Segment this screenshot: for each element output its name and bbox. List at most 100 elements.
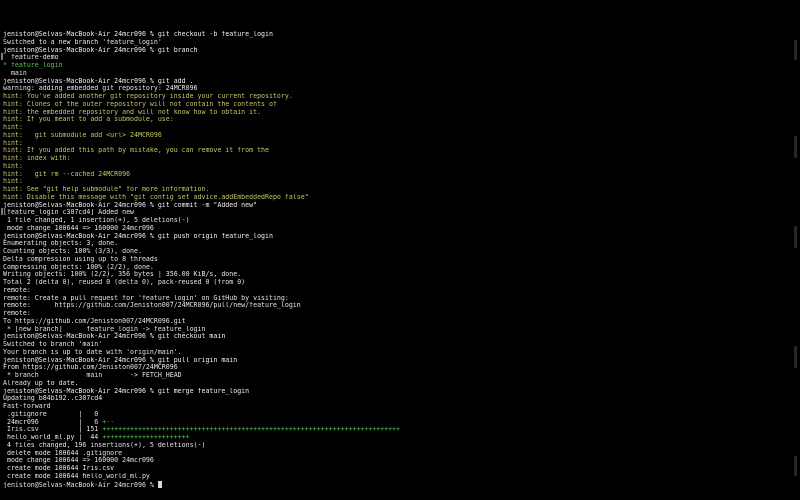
command-line: jeniston@Selvas-MacBook-Air 24mcr096 % g… <box>3 78 773 86</box>
output-line: Your branch is up to date with 'origin/m… <box>3 349 773 357</box>
line-text: Your branch is up to date with 'origin/m… <box>3 348 182 356</box>
line-text: 1 file changed, 1 insertion(+), 5 deleti… <box>3 217 190 224</box>
scrollbar-track-segment <box>794 136 797 158</box>
output-line: Updating b84b192..c307cd4 <box>3 395 773 403</box>
diffstat-prefix: 24mcr096 | 6 <box>3 418 103 426</box>
line-text: hint: Clones of the outer repository wil… <box>3 100 277 108</box>
line-text: 4 files changed, 196 insertions(+), 5 de… <box>3 441 206 449</box>
hint-line: hint: git rm --cached 24MCR096 <box>3 171 773 179</box>
diffstat-prefix: hello_world_ml.py | 44 <box>3 434 103 441</box>
line-text: remote: <box>3 310 31 317</box>
line-text: hint: See "git help submodule" for more … <box>3 186 210 193</box>
output-line: Switched to branch 'main' <box>3 341 773 349</box>
line-text: hint: index with: <box>3 155 71 162</box>
line-text: hint: If you meant to add a submodule, u… <box>3 116 174 124</box>
hint-line: hint: index with: <box>3 155 773 163</box>
hint-line: hint: You've added another git repositor… <box>3 93 773 101</box>
output-line: [feature_login c307cd4] Added new <box>3 209 773 217</box>
command-line: jeniston@Selvas-MacBook-Air 24mcr096 % g… <box>3 233 773 241</box>
diffstat-line: 24mcr096 | 6 +-- <box>3 419 773 427</box>
hint-line: hint: If you meant to add a submodule, u… <box>3 116 773 124</box>
scrollbar-track-segment <box>794 456 797 476</box>
line-text: create mode 100644 Iris.csv <box>3 465 115 472</box>
line-text: Already up to date. <box>3 379 79 387</box>
command-line: jeniston@Selvas-MacBook-Air 24mcr096 % g… <box>3 202 773 210</box>
output-line: remote: <box>3 310 773 318</box>
line-text: Delta compression using up to 8 threads <box>3 255 158 263</box>
hint-line: hint: If you added this path by mistake,… <box>3 147 773 155</box>
command-line: jeniston@Selvas-MacBook-Air 24mcr096 % g… <box>3 31 773 39</box>
diffstat-line: Iris.csv | 151 +++++++++++++++++++++++++… <box>3 426 773 434</box>
line-text: jeniston@Selvas-MacBook-Air 24mcr096 % g… <box>3 387 250 395</box>
line-text: Updating b84b192..c307cd4 <box>3 395 103 403</box>
output-line: Compressing objects: 100% (2/2), done. <box>3 264 773 272</box>
hint-line: hint: <box>3 163 773 171</box>
output-line: create mode 100644 Iris.csv <box>3 465 773 473</box>
output-line: create mode 100644 hello_world_ml.py <box>3 473 773 481</box>
command-line: jeniston@Selvas-MacBook-Air 24mcr096 % g… <box>3 333 773 341</box>
text-cursor <box>157 480 162 488</box>
line-text: jeniston@Selvas-MacBook-Air 24mcr096 % <box>3 480 158 489</box>
line-text: mode change 100644 => 160000 24mcr096 <box>3 457 154 465</box>
hint-line: hint: See "git help submodule" for more … <box>3 186 773 194</box>
diffstat-insertions: ++++++++++++++++++++++ <box>102 434 190 441</box>
line-text: hint: <box>3 124 23 131</box>
output-line: From https://github.com/Jeniston007/24MC… <box>3 364 773 372</box>
line-text: delete mode 100644 .gitignore <box>3 449 123 457</box>
diffstat-line: hello_world_ml.py | 44 +++++++++++++++++… <box>3 434 773 442</box>
line-text: remote: <box>3 286 31 294</box>
output-line: mode change 100644 => 160000 24mcr096 <box>3 225 773 233</box>
line-text: create mode 100644 hello_world_ml.py <box>3 472 150 480</box>
hint-line: hint: git submodule add <url> 24MCR096 <box>3 132 773 140</box>
line-text: Fast-forward <box>3 403 51 410</box>
diffstat-prefix: Iris.csv | 151 <box>3 426 103 434</box>
active-prompt-line[interactable]: jeniston@Selvas-MacBook-Air 24mcr096 % <box>3 480 773 489</box>
line-text: Switched to a new branch 'feature_login' <box>3 38 162 46</box>
line-text: hint: <box>3 139 23 147</box>
output-line: * [new branch] feature_login -> feature_… <box>3 326 773 334</box>
output-line: remote: Create a pull request for 'featu… <box>3 295 773 303</box>
output-line: Fast-forward <box>3 403 773 411</box>
line-text: hint: git submodule add <url> 24MCR096 <box>3 131 162 139</box>
terminal-window[interactable]: jeniston@Selvas-MacBook-Air 24mcr096 % g… <box>0 0 800 500</box>
output-line: delete mode 100644 .gitignore <box>3 450 773 458</box>
output-line: To https://github.com/Jeniston007/24MCR0… <box>3 318 773 326</box>
current-branch-line: * feature_login <box>3 62 773 70</box>
output-line: Already up to date. <box>3 380 773 388</box>
output-line: 4 files changed, 196 insertions(+), 5 de… <box>3 442 773 450</box>
line-text: Compressing objects: 100% (2/2), done. <box>3 263 154 271</box>
line-text: main <box>3 69 27 77</box>
line-text: jeniston@Selvas-MacBook-Air 24mcr096 % g… <box>3 356 238 364</box>
output-line: 1 file changed, 1 insertion(+), 5 deleti… <box>3 217 773 225</box>
line-text: jeniston@Selvas-MacBook-Air 24mcr096 % g… <box>3 46 198 54</box>
line-text: jeniston@Selvas-MacBook-Air 24mcr096 % g… <box>3 201 258 209</box>
line-text: mode change 100644 => 160000 24mcr096 <box>3 224 154 232</box>
line-text: Enumerating objects: 3, done. <box>3 240 119 248</box>
output-line: main <box>3 70 773 78</box>
scrollbar[interactable] <box>794 36 797 476</box>
command-line: jeniston@Selvas-MacBook-Air 24mcr096 % g… <box>3 47 773 55</box>
line-text: From https://github.com/Jeniston007/24MC… <box>3 364 178 372</box>
line-mark-bracket <box>1 53 3 60</box>
output-line: .gitignore | 0 <box>3 411 773 419</box>
output-line: remote: https://github.com/Jeniston007/2… <box>3 302 773 310</box>
output-line: Delta compression using up to 8 threads <box>3 256 773 264</box>
output-line: mode change 100644 => 160000 24mcr096 <box>3 457 773 465</box>
scrollbar-track-segment <box>794 226 797 248</box>
scrollbar-track-segment <box>794 40 797 60</box>
line-text: * branch main -> FETCH_HEAD <box>3 372 182 379</box>
line-text: jeniston@Selvas-MacBook-Air 24mcr096 % g… <box>3 31 273 38</box>
terminal-output[interactable]: jeniston@Selvas-MacBook-Air 24mcr096 % g… <box>3 31 773 488</box>
line-text: hint: the embedded repository and will n… <box>3 108 262 116</box>
line-text: Switched to branch 'main' <box>3 341 103 348</box>
line-text: * feature_login <box>3 62 63 69</box>
line-text: remote: Create a pull request for 'featu… <box>3 294 289 302</box>
line-text: hint: <box>3 178 23 186</box>
line-text: remote: https://github.com/Jeniston007/2… <box>3 302 301 310</box>
hint-line: hint: the embedded repository and will n… <box>3 109 773 117</box>
hint-line: hint: <box>3 140 773 148</box>
line-text: .gitignore | 0 <box>3 410 99 418</box>
line-text: hint: Disable this message with "git con… <box>3 193 309 201</box>
output-line: * branch main -> FETCH_HEAD <box>3 372 773 380</box>
command-line: jeniston@Selvas-MacBook-Air 24mcr096 % g… <box>3 357 773 365</box>
